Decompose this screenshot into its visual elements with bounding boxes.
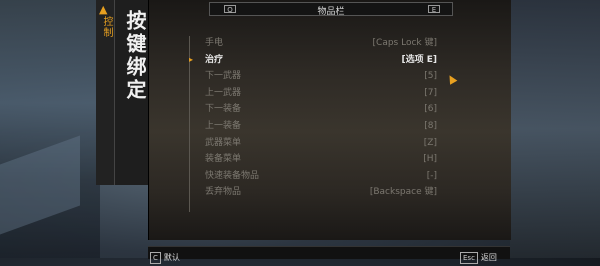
binding-action: 治疗 (205, 54, 224, 65)
category-title: 物品栏 (317, 7, 345, 17)
binding-action: 装备菜单 (205, 154, 242, 165)
back-button[interactable]: Esc 返回 (460, 247, 497, 266)
binding-action: 上一武器 (205, 87, 242, 98)
binding-key[interactable]: [H] (423, 152, 437, 166)
binding-row[interactable]: 快速装备物品 [-] (205, 169, 437, 183)
binding-key[interactable]: [选项 E] (401, 53, 437, 67)
binding-action: 下一装备 (205, 104, 242, 115)
binding-action: 上一装备 (205, 121, 242, 131)
chevron-up-icon: ▲ (99, 3, 108, 16)
binding-key[interactable]: [Z] (424, 136, 437, 150)
footer-bar (148, 246, 510, 259)
background-right (510, 0, 600, 258)
binding-row[interactable]: 装备菜单 [H] (205, 152, 437, 166)
binding-key[interactable]: [7] (424, 86, 437, 100)
keybind-panel: Q 物品栏 E 手电 [Caps Lock 键] ▸ 治疗 [选项 E] 下一武器 [5] 上… (148, 0, 511, 240)
binding-action: 丢弃物品 (205, 187, 242, 198)
binding-row[interactable]: 下一装备 [6] (205, 102, 437, 116)
binding-key[interactable]: [Backspace 键] (370, 185, 437, 199)
selection-marker-icon: ▸ (189, 54, 194, 64)
binding-action: 快速装备物品 (205, 170, 260, 181)
category-tab-bar: Q 物品栏 E (209, 2, 453, 17)
binding-row[interactable]: 武器菜单 [Z] (205, 136, 437, 150)
binding-row[interactable]: 上一武器 [7] (205, 86, 437, 100)
binding-key[interactable]: [6] (424, 102, 437, 116)
arrow-cursor-icon: ▲ (444, 70, 459, 87)
side-tab-label: 控制 (101, 16, 112, 38)
binding-row[interactable]: 手电 [Caps Lock 键] (205, 36, 437, 50)
binding-key[interactable]: [5] (424, 69, 437, 83)
binding-row[interactable]: 下一武器 [5] (205, 69, 437, 83)
background-left (0, 0, 100, 258)
binding-action: 下一武器 (205, 71, 242, 82)
binding-row[interactable]: ▸ 治疗 [选项 E] (189, 53, 437, 67)
binding-key[interactable]: [-] (427, 169, 437, 183)
binding-row[interactable]: 丢弃物品 [Backspace 键] (205, 185, 437, 199)
next-category-key[interactable]: E (428, 5, 440, 14)
binding-row[interactable]: 上一装备 [8] (205, 119, 437, 133)
default-button[interactable]: C 默认 (150, 247, 180, 266)
binding-key[interactable]: [Caps Lock 键] (373, 36, 437, 50)
controls-side-tab[interactable]: ▲ 控制 (96, 0, 115, 185)
binding-action: 手电 (205, 38, 224, 48)
page-title: 按键绑定 (123, 10, 147, 102)
binding-action: 武器菜单 (205, 137, 242, 148)
binding-key[interactable]: [8] (424, 119, 437, 133)
title-panel: 按键绑定 (115, 0, 149, 185)
